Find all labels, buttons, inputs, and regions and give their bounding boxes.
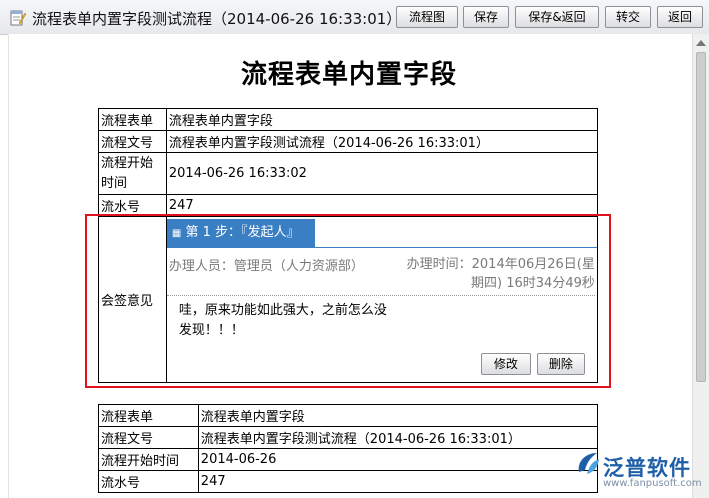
table-row: 流程开始时间 2014-06-26 16:33:02 — [98, 152, 599, 195]
field-value: 流程表单内置字段 — [197, 404, 599, 427]
watermark-url: www.fanpusoft.com — [603, 478, 702, 489]
table-row: 流水号 247 — [98, 470, 599, 493]
field-label: 流程表单 — [98, 404, 199, 427]
highlight-box — [85, 214, 611, 388]
save-return-button[interactable]: 保存&返回 — [515, 6, 599, 28]
field-label: 流程表单 — [98, 108, 167, 131]
flowchart-button[interactable]: 流程图 — [396, 6, 458, 28]
document-edit-icon — [10, 10, 26, 26]
field-value: 2014-06-26 16:33:02 — [165, 152, 599, 195]
scroll-up-icon[interactable] — [696, 40, 706, 46]
page-heading: 流程表单内置字段 — [240, 60, 457, 90]
field-label: 流程开始时间 — [98, 152, 167, 195]
window-title: 流程表单内置字段测试流程（2014-06-26 16:33:01） — [32, 10, 402, 28]
fanpu-logo-icon — [578, 453, 599, 474]
table-row: 流程开始时间 2014-06-26 — [98, 448, 599, 471]
field-value: 流程表单内置字段测试流程（2014-06-26 16:33:01） — [197, 426, 599, 449]
vertical-scrollbar[interactable] — [692, 34, 709, 498]
scrollbar-thumb[interactable] — [696, 52, 706, 382]
table-row: 流程文号 流程表单内置字段测试流程（2014-06-26 16:33:01） — [98, 426, 599, 449]
table-row: 流程文号 流程表单内置字段测试流程（2014-06-26 16:33:01） — [98, 130, 599, 153]
field-value: 2014-06-26 — [197, 448, 599, 471]
save-button[interactable]: 保存 — [463, 6, 509, 28]
window-toolbar: 流程表单内置字段测试流程（2014-06-26 16:33:01） 流程图 保存… — [0, 0, 709, 35]
field-value: 流程表单内置字段测试流程（2014-06-26 16:33:01） — [165, 130, 599, 153]
field-label: 流程开始时间 — [98, 448, 199, 471]
transfer-button[interactable]: 转交 — [605, 6, 651, 28]
form-table-copy: 流程表单 流程表单内置字段 流程文号 流程表单内置字段测试流程（2014-06-… — [98, 404, 599, 493]
table-row: 流程表单 流程表单内置字段 — [98, 404, 599, 427]
table-row: 流程表单 流程表单内置字段 — [98, 108, 599, 131]
field-label: 流程文号 — [98, 426, 199, 449]
back-button[interactable]: 返回 — [657, 6, 703, 28]
watermark-logo: 泛普软件 www.fanpusoft.com — [573, 448, 703, 494]
field-value: 247 — [197, 470, 599, 493]
field-value: 流程表单内置字段 — [165, 108, 599, 131]
field-label: 流程文号 — [98, 130, 167, 153]
field-label: 流水号 — [98, 470, 199, 493]
